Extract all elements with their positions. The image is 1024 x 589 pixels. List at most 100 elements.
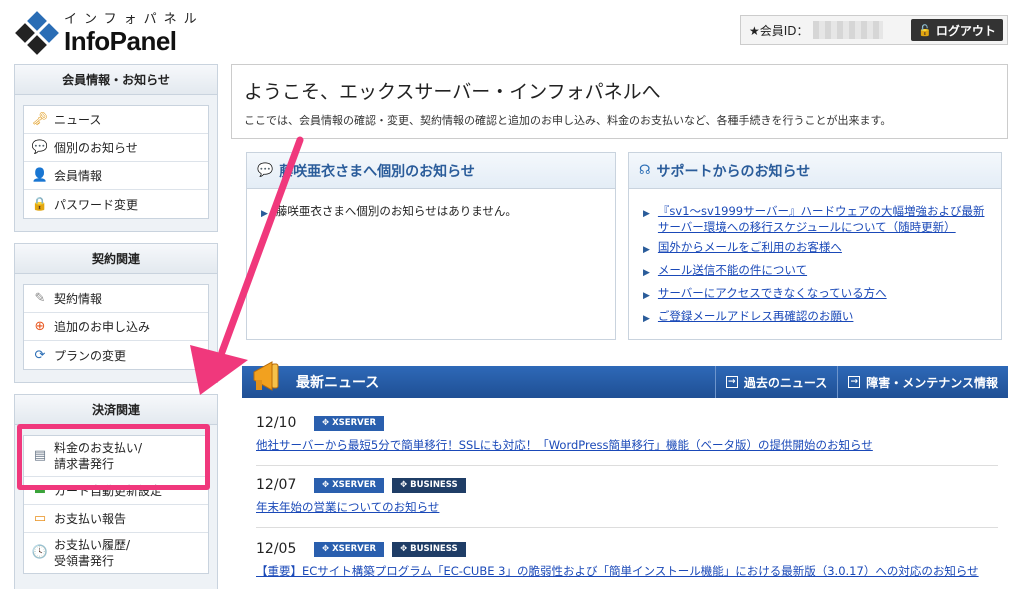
list-item[interactable]: ▶ 『sv1～sv1999サーバー』ハードウェアの大幅増強および最新サーバー環境へ… [643, 203, 987, 235]
triangle-bullet-icon: ▶ [643, 268, 650, 278]
arrow-box-icon: → [725, 376, 738, 388]
business-tag: ✥ BUSINESS [392, 541, 466, 557]
maintenance-info-label: 障害・メンテナンス情報 [866, 375, 998, 390]
support-notice-header: ☊ サポートからのお知らせ [629, 153, 1001, 189]
sidebar-item-label: 契約情報 [54, 292, 103, 306]
infopanel-logo[interactable]: インフォパネル InfoPanel [14, 8, 204, 55]
triangle-bullet-icon: ▶ [643, 245, 650, 255]
lock-icon: 🔓 [918, 23, 932, 37]
support-notice-title: サポートからのお知らせ [656, 163, 811, 180]
news-row: 12/10 ✥ XSERVER 他社サーバーから最短5分で簡単移行！SSLにも対… [256, 412, 998, 466]
member-id-box: ★会員ID： 🔓 ログアウト [740, 15, 1008, 45]
welcome-title: ようこそ、エックスサーバー・インフォパネルへ [244, 81, 661, 103]
member-id-redacted [812, 21, 883, 39]
annotation-highlight-box [17, 424, 210, 490]
triangle-bullet-icon: ▶ [261, 209, 268, 219]
sidebar-item-label: お支払い報告 [54, 512, 127, 526]
support-link[interactable]: 『sv1～sv1999サーバー』ハードウェアの大幅増強および最新サーバー環境への… [658, 203, 987, 235]
triangle-bullet-icon: ▶ [643, 314, 650, 324]
news-date: 12/05 [256, 541, 297, 557]
triangle-bullet-icon: ▶ [643, 291, 650, 301]
news-date: 12/07 [256, 477, 297, 493]
support-link[interactable]: 国外からメールをご利用のお客様へ [658, 239, 842, 258]
sidebar-section-member: 会員情報・お知らせ 🗝 ニュース 💬 個別のお知らせ 👤 会員情報 🔒 パスワー… [14, 64, 218, 232]
list-item: ▶ 藤咲亜衣さまへ個別のお知らせはありません。 [261, 203, 601, 222]
support-link[interactable]: ご登録メールアドレス再確認のお願い [658, 308, 854, 327]
tag-label: BUSINESS [410, 544, 458, 554]
support-link[interactable]: メール送信不能の件について [658, 262, 807, 281]
sidebar-section-title: 決済関連 [15, 395, 217, 425]
list-item[interactable]: ▶ メール送信不能の件について [643, 262, 987, 281]
xserver-tag: ✥ XSERVER [314, 541, 385, 557]
past-news-label: 過去のニュース [743, 375, 828, 390]
tag-label: XSERVER [332, 480, 377, 490]
clock-icon: 🕓 [31, 545, 49, 560]
tag-label: XSERVER [332, 418, 377, 428]
diamond-logo-icon [14, 10, 60, 55]
padlock-icon: 🔒 [31, 196, 49, 212]
sidebar-item-news[interactable]: 🗝 ニュース [24, 106, 208, 134]
support-link[interactable]: サーバーにアクセスできなくなっている方へ [658, 285, 887, 304]
user-icon: 👤 [31, 168, 49, 183]
news-row: 12/05 ✥ XSERVER ✥ BUSINESS 【重要】ECサイト構築プロ… [256, 538, 998, 589]
sidebar-item-member-info[interactable]: 👤 会員情報 [24, 162, 208, 190]
sidebar-item-label: 追加のお申し込み [54, 320, 151, 334]
add-circle-icon: ⊕ [34, 319, 46, 334]
sidebar-item-label: 個別のお知らせ [54, 141, 138, 155]
sidebar-list: ✎ 契約情報 ⊕ 追加のお申し込み ⟳ プランの変更 [23, 284, 209, 370]
sidebar-list: 🗝 ニュース 💬 個別のお知らせ 👤 会員情報 🔒 パスワード変更 [23, 105, 209, 219]
news-link[interactable]: 年末年始の営業についてのお知らせ [256, 499, 998, 515]
logo-name: InfoPanel [64, 26, 177, 56]
sidebar-item-label: プランの変更 [54, 348, 127, 363]
megaphone-icon [253, 361, 279, 391]
sidebar-item-label: お支払い履歴/ [54, 538, 131, 552]
contract-icon: ✎ [34, 291, 46, 306]
sidebar-item-payment-report[interactable]: ▭ お支払い報告 [24, 505, 208, 533]
news-row: 12/07 ✥ XSERVER ✥ BUSINESS 年末年始の営業についてのお… [256, 474, 998, 528]
news-link[interactable]: 他社サーバーから最短5分で簡単移行！SSLにも対応！「WordPress簡単移行… [256, 437, 998, 453]
sidebar-item-label: ニュース [54, 113, 102, 127]
tag-label: BUSINESS [410, 480, 458, 490]
news-link[interactable]: 【重要】ECサイト構築プログラム「EC-CUBE 3」の脆弱性および「簡単インス… [256, 563, 998, 579]
report-icon: ▭ [33, 511, 47, 526]
past-news-button[interactable]: → 過去のニュース [714, 366, 837, 398]
sidebar-item-plan-change[interactable]: ⟳ プランの変更 [24, 341, 208, 369]
news-title: 最新ニュース [296, 375, 380, 391]
sidebar-section-title: 契約関連 [15, 244, 217, 274]
sidebar-item-payment-history[interactable]: 🕓 お支払い履歴/受領書発行 [24, 533, 208, 573]
sidebar-item-label: 受領書発行 [54, 554, 115, 568]
maintenance-info-button[interactable]: → 障害・メンテナンス情報 [837, 366, 1008, 398]
personal-notice-title: 藤咲亜衣さまへ個別のお知らせ [279, 163, 475, 180]
sidebar-item-contract-info[interactable]: ✎ 契約情報 [24, 285, 208, 313]
personal-notice-panel: 💬 藤咲亜衣さまへ個別のお知らせ ▶ 藤咲亜衣さまへ個別のお知らせはありません。 [246, 152, 616, 340]
logo-kana: インフォパネル [64, 12, 204, 27]
support-notice-list: ▶ 『sv1～sv1999サーバー』ハードウェアの大幅増強および最新サーバー環境へ… [629, 189, 1001, 345]
sidebar-item-label: パスワード変更 [54, 197, 139, 212]
sidebar-item-label: 会員情報 [54, 169, 103, 183]
personal-notice-list: ▶ 藤咲亜衣さまへ個別のお知らせはありません。 [247, 189, 615, 240]
sidebar-item-password[interactable]: 🔒 パスワード変更 [24, 190, 208, 218]
key-icon: 🗝 [31, 112, 49, 127]
logout-button[interactable]: 🔓 ログアウト [911, 19, 1003, 41]
xserver-tag: ✥ XSERVER [314, 477, 385, 493]
logout-label: ログアウト [935, 23, 996, 38]
business-tag: ✥ BUSINESS [392, 477, 466, 493]
sidebar-item-add-order[interactable]: ⊕ 追加のお申し込み [24, 313, 208, 341]
sidebar-item-personal-notice[interactable]: 💬 個別のお知らせ [24, 134, 208, 162]
welcome-text: ここでは、会員情報の確認・変更、契約情報の確認と追加のお申し込み、料金のお支払い… [244, 114, 892, 127]
sidebar-section-title: 会員情報・お知らせ [15, 65, 217, 95]
headset-icon: ☊ [639, 163, 651, 178]
personal-notice-header: 💬 藤咲亜衣さまへ個別のお知らせ [247, 153, 615, 189]
news-date: 12/10 [256, 415, 297, 431]
support-notice-panel: ☊ サポートからのお知らせ ▶ 『sv1～sv1999サーバー』ハードウェアの大幅… [628, 152, 1002, 340]
list-item[interactable]: ▶ ご登録メールアドレス再確認のお願い [643, 308, 987, 327]
sidebar-section-contract: 契約関連 ✎ 契約情報 ⊕ 追加のお申し込み ⟳ プランの変更 [14, 243, 218, 383]
news-header-bar: 最新ニュース → 過去のニュース → 障害・メンテナンス情報 [242, 366, 1008, 398]
list-item[interactable]: ▶ 国外からメールをご利用のお客様へ [643, 239, 987, 258]
xserver-tag: ✥ XSERVER [314, 415, 385, 431]
speech-bubble-icon: 💬 [257, 163, 274, 178]
list-item[interactable]: ▶ サーバーにアクセスできなくなっている方へ [643, 285, 987, 304]
member-id-label: ★会員ID： [749, 23, 809, 38]
personal-notice-text: 藤咲亜衣さまへ個別のお知らせはありません。 [275, 204, 517, 218]
refresh-icon: ⟳ [34, 347, 46, 363]
